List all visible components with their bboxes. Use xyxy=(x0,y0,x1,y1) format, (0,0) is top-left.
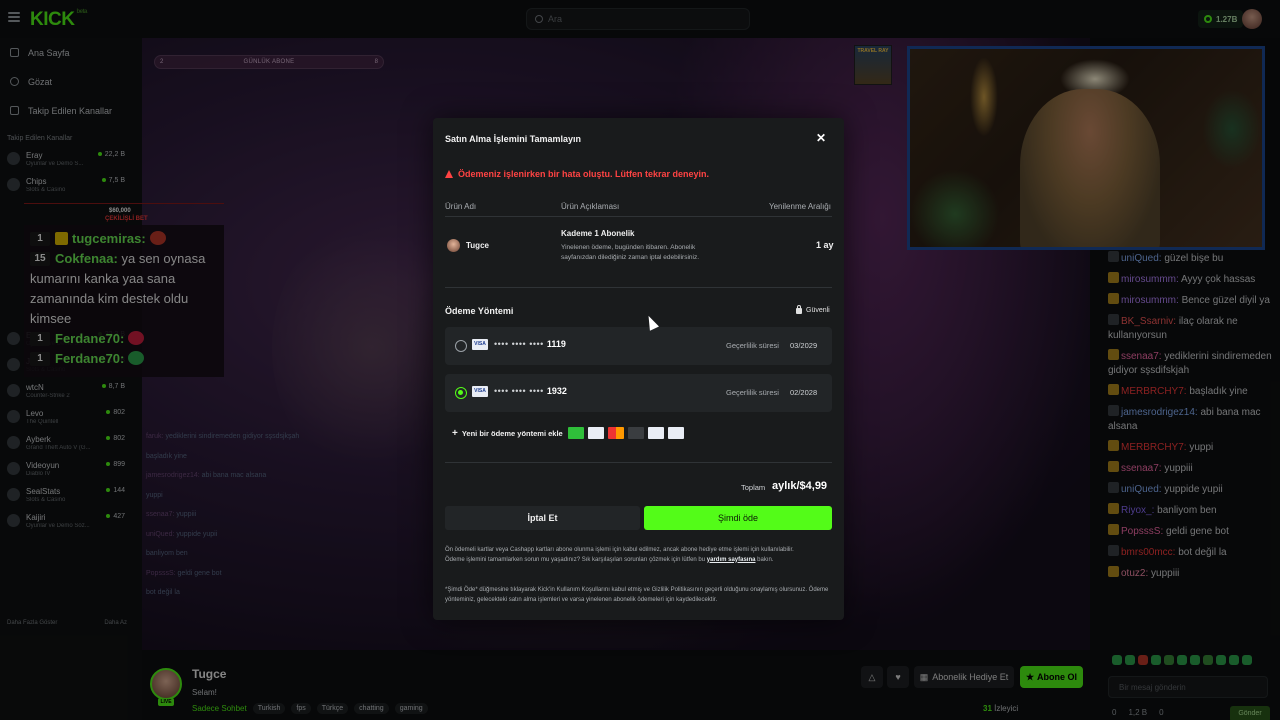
divider xyxy=(445,216,832,217)
note-prepaid: Ön ödemeli kartlar veya Cashapp kartları… xyxy=(445,547,794,553)
card-radio[interactable] xyxy=(455,340,467,352)
warning-icon xyxy=(445,170,453,178)
close-icon[interactable]: ✕ xyxy=(815,132,827,144)
product-description: Yinelenen ödeme, bugünden itibaren. Abon… xyxy=(561,244,700,261)
col-renewal: Yenilenme Aralığı xyxy=(769,202,831,211)
page: KICK beta Ara 1.27B Ana Sayfa Gözat Takip E… xyxy=(0,0,1280,720)
paypal-icon xyxy=(668,427,684,439)
cancel-button[interactable]: İptal Et xyxy=(445,506,640,530)
card-expiry-label: Geçerlilik süresi xyxy=(726,388,779,397)
card-number: •••• •••• •••• 1932 xyxy=(494,386,567,396)
mastercard-icon xyxy=(608,427,624,439)
modal-title: Satın Alma İşlemini Tamamlayın xyxy=(445,134,582,144)
help-page-link[interactable]: yardım sayfasına xyxy=(707,557,756,563)
card-expiry: 02/2028 xyxy=(790,388,818,397)
cashapp-icon xyxy=(568,427,584,439)
payment-method-heading: Ödeme Yöntemi xyxy=(445,306,514,316)
prepaid-note: Ön ödemeli kartlar veya Cashapp kartları… xyxy=(445,546,835,565)
google-pay-icon xyxy=(648,427,664,439)
card-radio-selected[interactable] xyxy=(455,387,467,399)
col-description: Ürün Açıklaması xyxy=(561,202,620,211)
visa-icon: VISA xyxy=(472,386,488,397)
card-expiry-label: Geçerlilik süresi xyxy=(726,341,779,350)
total-amount: aylık/$4,99 xyxy=(772,480,828,492)
lock-icon xyxy=(796,304,802,314)
renewal-interval: 1 ay xyxy=(816,240,834,250)
visa-icon: VISA xyxy=(472,339,488,350)
note-help: Ödeme işlemini tamamlarken sorun mu yaşa… xyxy=(445,556,774,563)
product-tier: Kademe 1 Abonelik xyxy=(561,229,635,238)
payment-error: Ödemeniz işlenirken bir hata oluştu. Lüt… xyxy=(445,169,709,179)
add-payment-label: Yeni bir ödeme yöntemi ekle xyxy=(461,429,563,438)
payment-provider-icons xyxy=(568,427,684,439)
product-name: Tugce xyxy=(466,241,489,250)
divider xyxy=(445,462,832,463)
error-text: Ödemeniz işlenirken bir hata oluştu. Lüt… xyxy=(458,169,710,179)
pay-now-button[interactable]: Şimdi öde xyxy=(644,506,832,530)
total-label: Toplam xyxy=(741,483,766,492)
card-expiry: 03/2029 xyxy=(790,341,818,350)
apple-pay-icon xyxy=(628,427,644,439)
secure-badge: Güvenli xyxy=(796,304,830,314)
plus-icon: + xyxy=(452,428,458,439)
saved-card-1119[interactable]: VISA •••• •••• •••• 1119 Geçerlilik süre… xyxy=(445,327,832,365)
product-avatar xyxy=(447,239,460,252)
col-product: Ürün Adı xyxy=(445,202,477,211)
checkout-modal: Satın Alma İşlemini Tamamlayın ✕ Ödemeni… xyxy=(433,118,844,620)
terms-note: *Şimdi Öde* düğmesine tıklayarak Kick'in… xyxy=(445,587,829,603)
divider xyxy=(445,287,832,288)
secure-label: Güvenli xyxy=(806,307,830,314)
add-payment-method-button[interactable]: + Yeni bir ödeme yöntemi ekle xyxy=(452,428,563,439)
card-number: •••• •••• •••• 1119 xyxy=(494,339,566,349)
visa-icon xyxy=(588,427,604,439)
saved-card-1932[interactable]: VISA •••• •••• •••• 1932 Geçerlilik süre… xyxy=(445,374,832,412)
